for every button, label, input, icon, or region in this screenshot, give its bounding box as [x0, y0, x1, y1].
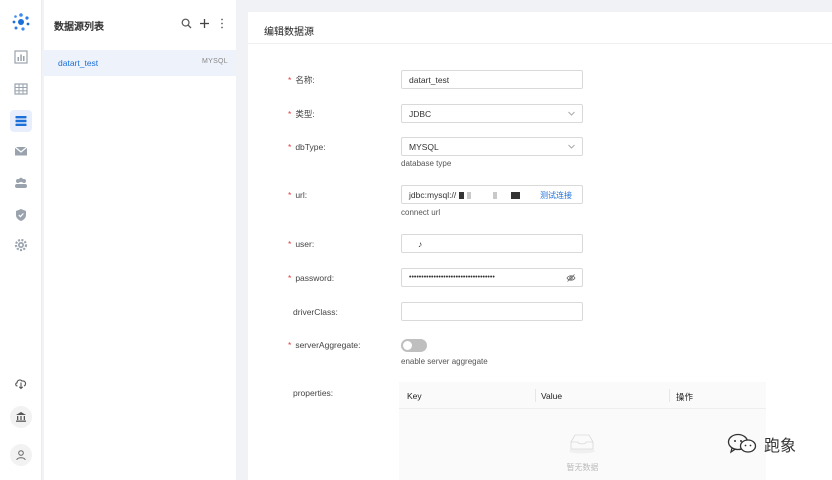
user-input[interactable]: ♪ [401, 234, 583, 253]
nav-table[interactable] [10, 78, 32, 100]
shield-icon [16, 209, 26, 221]
properties-table: Key Value 操作 暂无数据 [399, 382, 766, 480]
nav-profile[interactable] [10, 444, 32, 466]
type-select-value: JDBC [409, 109, 432, 119]
dbtype-label: * dbType: [288, 142, 326, 152]
gear-icon [14, 238, 28, 252]
nav-schedule[interactable] [10, 140, 32, 162]
users-icon [15, 177, 27, 188]
url-input[interactable]: jdbc:mysql:// 测试连接 [401, 185, 583, 204]
server-aggregate-label: * serverAggregate: [288, 340, 361, 350]
dashboard-icon [14, 50, 28, 64]
user-label: * user: [288, 239, 315, 249]
properties-label: properties: [293, 388, 334, 398]
nav-members[interactable] [10, 172, 32, 194]
nav-permissions[interactable] [10, 204, 32, 226]
chevron-down-icon [568, 144, 575, 149]
chevron-down-icon [568, 111, 575, 116]
password-label: * password: [288, 273, 335, 283]
source-list-title: 数据源列表 [54, 22, 104, 33]
table-icon [14, 83, 28, 95]
column-divider [535, 389, 536, 402]
type-label: * 类型: [288, 109, 315, 119]
dbtype-select[interactable]: MYSQL [401, 137, 583, 156]
nav-organization[interactable] [10, 406, 32, 428]
eye-invisible-icon[interactable] [566, 273, 576, 283]
dbtype-select-value: MYSQL [409, 142, 439, 152]
edit-source-panel: 编辑数据源 * 名称: datart_test * 类型: JDBC * dbType… [248, 12, 832, 480]
password-input[interactable]: ••••••••••••••••••••••••••••••••••• [401, 268, 583, 287]
bank-icon [16, 412, 26, 422]
source-list-toolbar [180, 16, 228, 30]
list-item-name: datart_test [58, 58, 99, 68]
server-aggregate-switch[interactable] [401, 339, 427, 352]
list-item-type: MYSQL [201, 58, 228, 65]
mail-icon [14, 146, 28, 156]
icon-sidebar [0, 0, 42, 480]
name-label: * 名称: [288, 75, 315, 85]
redaction-mark [493, 192, 498, 200]
server-aggregate-hint: enable server aggregate [401, 357, 488, 366]
driver-class-label: driverClass: [293, 307, 338, 317]
driver-class-input[interactable] [401, 302, 583, 321]
column-header-value: Value [541, 391, 563, 401]
empty-inbox-icon [569, 434, 595, 454]
empty-text: 暂无数据 [566, 463, 599, 472]
column-header-actions: 操作 [676, 392, 694, 402]
source-list-panel: 数据源列表 datart_test MYSQL [44, 0, 236, 480]
column-divider [669, 389, 670, 402]
column-header-key: Key [407, 391, 422, 401]
nav-dashboard[interactable] [10, 46, 32, 68]
redaction-mark [459, 192, 465, 200]
page-title: 编辑数据源 [264, 27, 314, 38]
add-icon[interactable] [198, 16, 210, 30]
redaction-mark [467, 192, 472, 200]
cloud-download-icon [15, 379, 27, 390]
url-value: jdbc:mysql:// [409, 190, 457, 200]
nav-download[interactable] [10, 372, 32, 394]
user-icon [16, 450, 26, 461]
edit-header: 编辑数据源 [248, 12, 832, 44]
properties-table-header: Key Value 操作 [399, 382, 766, 409]
name-input[interactable]: datart_test [401, 70, 583, 89]
type-select[interactable]: JDBC [401, 104, 583, 123]
app-logo-icon[interactable] [11, 12, 31, 32]
url-label: * url: [288, 190, 308, 200]
nav-settings[interactable] [10, 234, 32, 256]
watermark-text: 跑象 [764, 436, 797, 455]
dbtype-hint: database type [401, 159, 452, 168]
nav-sources[interactable] [10, 110, 32, 132]
watermark: 跑象 [726, 432, 796, 456]
url-hint: connect url [401, 208, 441, 217]
test-connection-link[interactable]: 测试连接 [540, 190, 572, 201]
wechat-icon [727, 433, 757, 454]
more-vertical-icon[interactable] [216, 16, 228, 30]
password-value: ••••••••••••••••••••••••••••••••••• [409, 274, 495, 281]
search-icon[interactable] [180, 16, 192, 30]
list-icon [15, 116, 27, 126]
redaction-mark [511, 192, 521, 200]
list-item[interactable]: datart_test MYSQL [44, 50, 236, 76]
